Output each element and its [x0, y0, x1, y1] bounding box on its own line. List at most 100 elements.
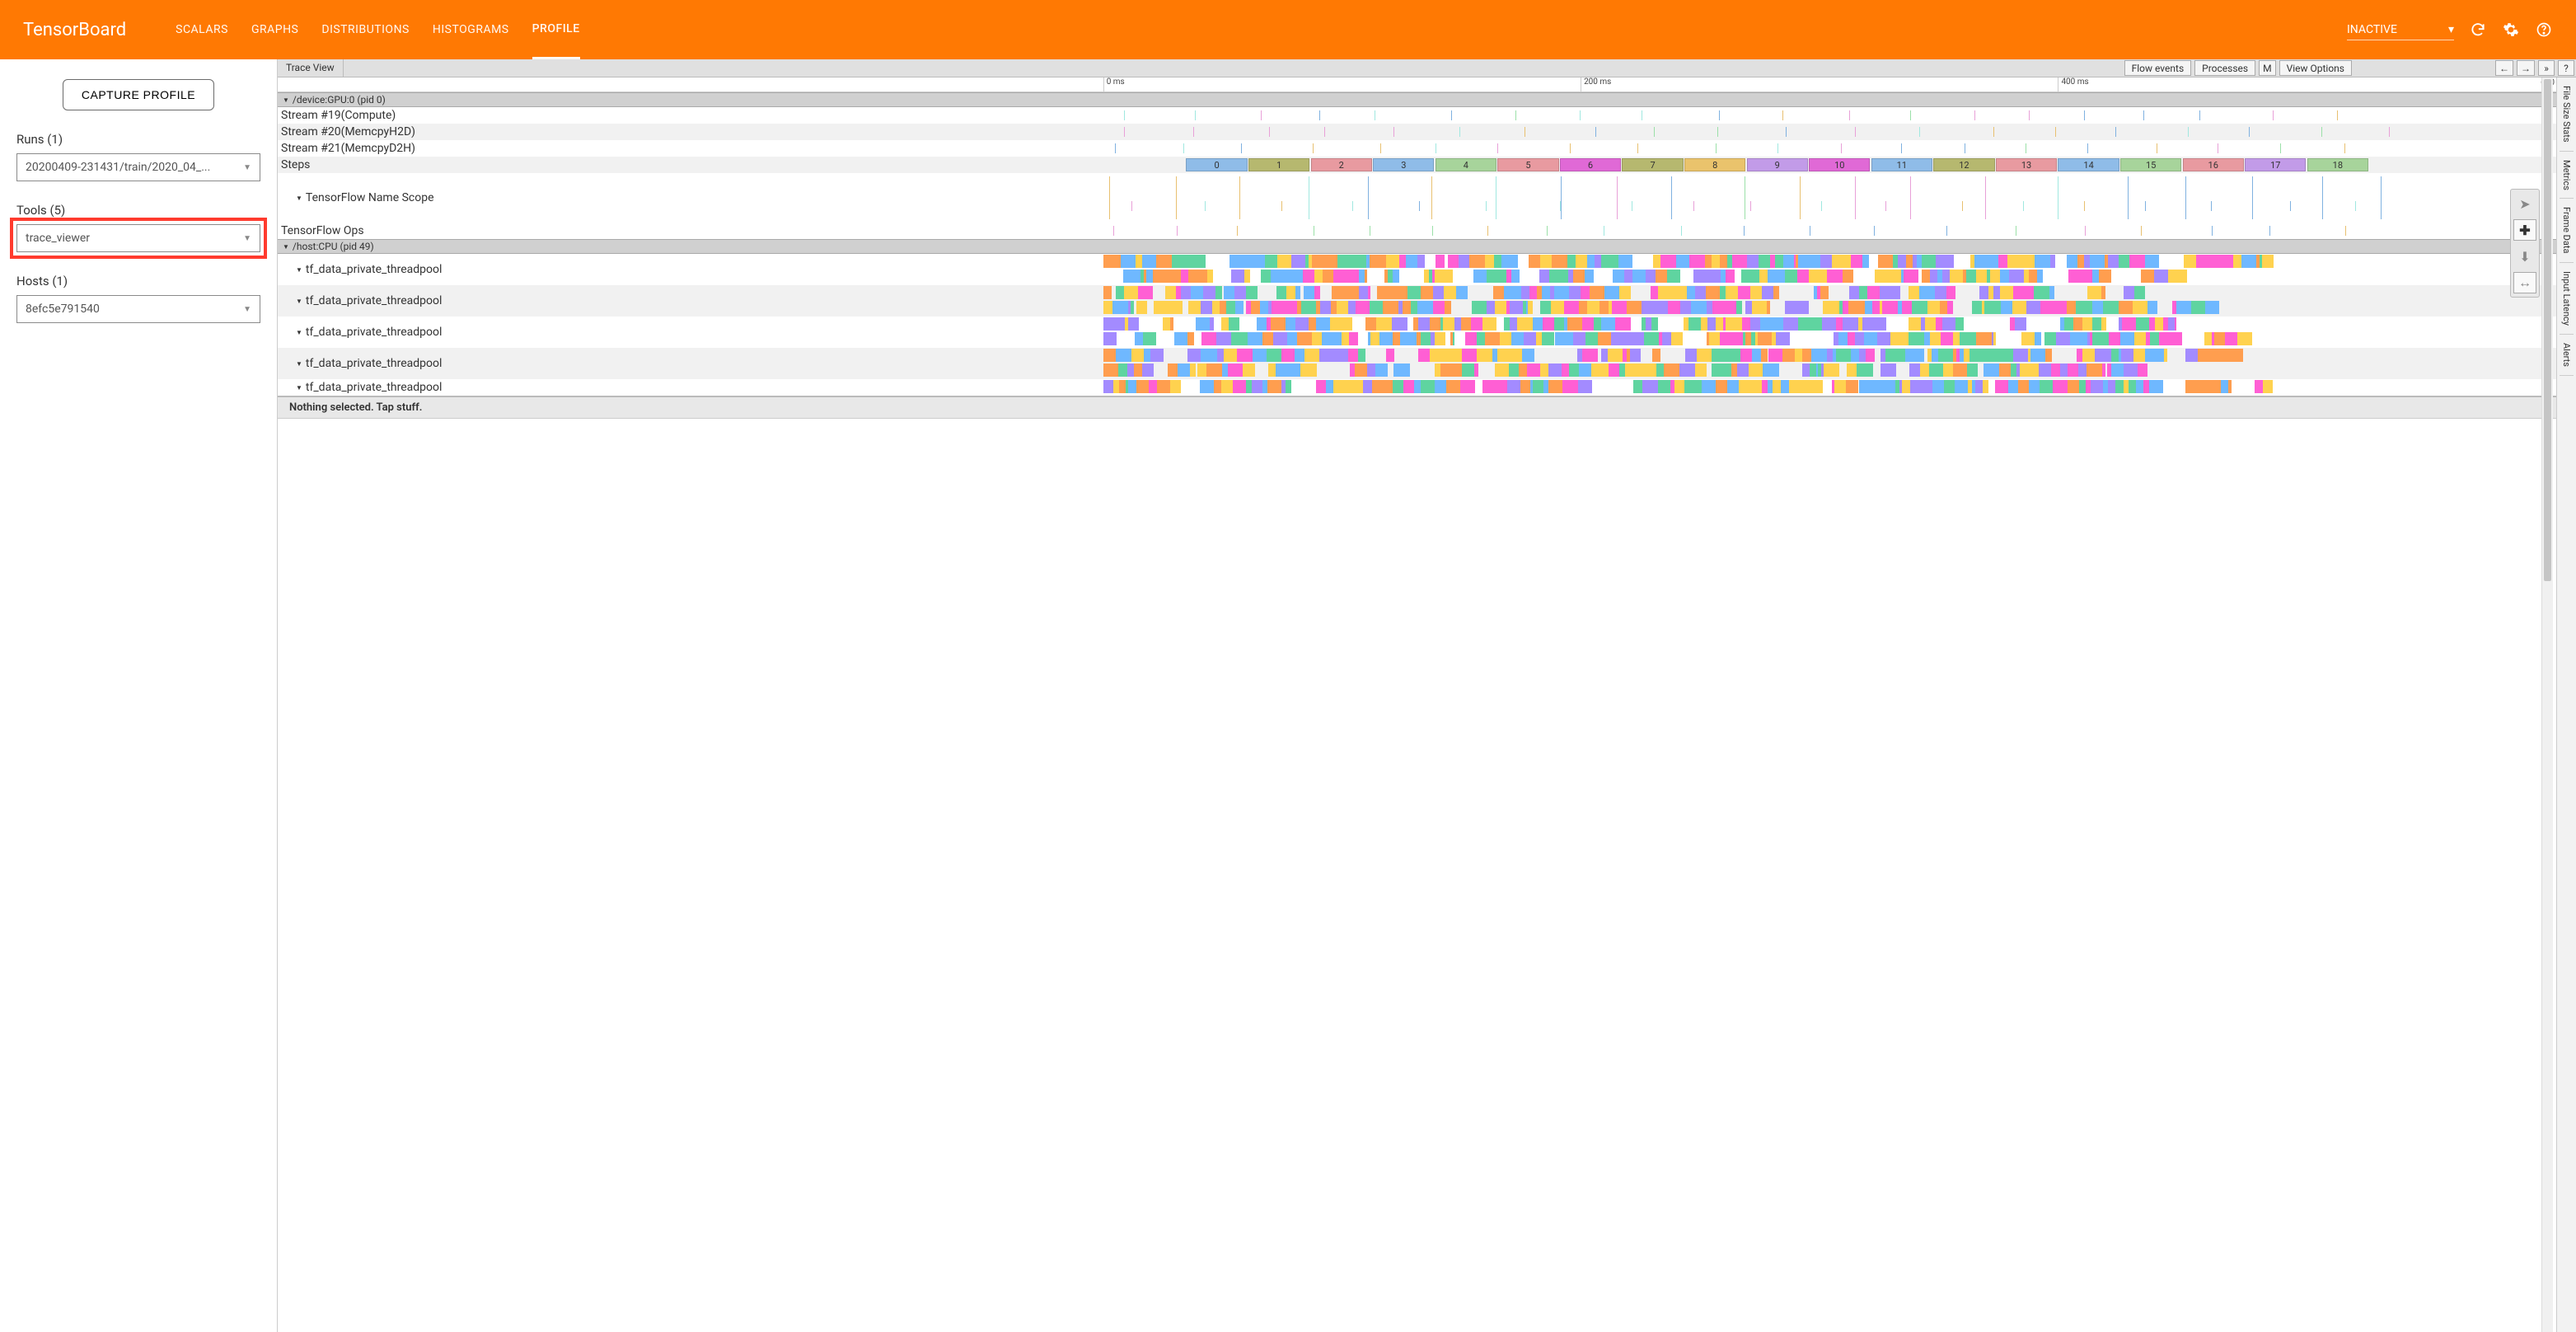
- trace-event[interactable]: [2355, 201, 2356, 211]
- section-cpu[interactable]: ▼ /host:CPU (pid 49) X: [278, 239, 2556, 254]
- track-canvas[interactable]: [480, 223, 2556, 239]
- trace-event[interactable]: [2345, 226, 2346, 236]
- trace-event[interactable]: [1319, 110, 1320, 120]
- capture-profile-button[interactable]: CAPTURE PROFILE: [63, 79, 214, 110]
- trace-event[interactable]: [1124, 127, 1125, 137]
- trace-event[interactable]: [1515, 110, 1516, 120]
- right-tab-file-size-stats[interactable]: File Size Stats: [2560, 77, 2574, 152]
- trace-event-group[interactable]: [1103, 286, 2391, 299]
- trace-event[interactable]: [1693, 201, 1694, 211]
- trace-event-group[interactable]: [1103, 270, 2391, 283]
- trace-event[interactable]: [1874, 226, 1875, 236]
- gear-icon[interactable]: [2502, 21, 2520, 39]
- trace-event[interactable]: [1487, 226, 1488, 236]
- nav-forward-button[interactable]: →: [2517, 60, 2535, 76]
- trace-event[interactable]: [1195, 110, 1196, 120]
- tab-graphs[interactable]: GRAPHS: [251, 0, 298, 59]
- trace-event[interactable]: [1841, 143, 1842, 153]
- trace-event[interactable]: [2141, 226, 2142, 236]
- trace-event[interactable]: [1962, 201, 1963, 211]
- right-tab-frame-data[interactable]: Frame Data: [2560, 199, 2574, 262]
- track-canvas[interactable]: [480, 285, 2556, 317]
- step-badge[interactable]: 5: [1497, 158, 1558, 171]
- disclosure-triangle-icon[interactable]: ▼: [296, 195, 302, 202]
- step-badge[interactable]: 6: [1560, 158, 1621, 171]
- disclosure-triangle-icon[interactable]: ▼: [296, 329, 302, 336]
- step-badge[interactable]: 18: [2307, 158, 2368, 171]
- trace-event[interactable]: [2269, 226, 2270, 236]
- trace-event[interactable]: [1849, 110, 1850, 120]
- trace-event[interactable]: [2199, 110, 2200, 120]
- trace-event[interactable]: [2389, 127, 2390, 137]
- section-gpu[interactable]: ▼ /device:GPU:0 (pid 0) X: [278, 92, 2556, 107]
- trace-event[interactable]: [2143, 110, 2144, 120]
- arrow-down-icon[interactable]: ⬇: [2513, 246, 2536, 267]
- zoom-tool-icon[interactable]: ✚: [2513, 219, 2536, 241]
- step-badge[interactable]: 14: [2058, 158, 2119, 171]
- trace-event-group[interactable]: [1103, 363, 2391, 377]
- step-badge[interactable]: 10: [1809, 158, 1870, 171]
- trace-event-group[interactable]: [1103, 332, 2391, 345]
- trace-event[interactable]: [1946, 226, 1947, 236]
- scrollbar[interactable]: [2541, 77, 2553, 1332]
- trace-event[interactable]: [2145, 201, 2146, 211]
- trace-event[interactable]: [2273, 110, 2274, 120]
- trace-event[interactable]: [1451, 110, 1452, 120]
- step-badge[interactable]: 12: [1933, 158, 1994, 171]
- step-badge[interactable]: 17: [2245, 158, 2306, 171]
- step-badge[interactable]: 13: [1996, 158, 2057, 171]
- trace-event[interactable]: [1352, 201, 1353, 211]
- track-canvas[interactable]: [480, 173, 2556, 223]
- pan-tool-icon[interactable]: ↔: [2513, 272, 2536, 293]
- trace-event[interactable]: [2321, 127, 2322, 137]
- trace-event[interactable]: [1716, 143, 1717, 153]
- track-canvas[interactable]: 0123456789101112131415161718: [480, 157, 2556, 173]
- step-badge[interactable]: 15: [2120, 158, 2181, 171]
- disclosure-triangle-icon[interactable]: ▼: [296, 384, 302, 392]
- trace-event[interactable]: [1637, 143, 1638, 153]
- trace-event[interactable]: [2280, 143, 2281, 153]
- trace-event[interactable]: [1432, 226, 1433, 236]
- disclosure-triangle-icon[interactable]: ▼: [296, 266, 302, 274]
- trace-event[interactable]: [2249, 127, 2250, 137]
- nav-help-button[interactable]: ?: [2558, 60, 2574, 76]
- trace-event[interactable]: [2188, 127, 2189, 137]
- step-badge[interactable]: 0: [1186, 158, 1247, 171]
- step-badge[interactable]: 7: [1622, 158, 1683, 171]
- nav-back-button[interactable]: ←: [2495, 60, 2513, 76]
- trace-event[interactable]: [2344, 143, 2345, 153]
- step-badge[interactable]: 11: [1871, 158, 1932, 171]
- trace-event[interactable]: [1719, 110, 1720, 120]
- toolbar-m-button[interactable]: M: [2259, 60, 2275, 76]
- right-tab-alerts[interactable]: Alerts: [2560, 335, 2574, 376]
- trace-event-group[interactable]: [1103, 349, 2391, 362]
- trace-event[interactable]: [1919, 127, 1920, 137]
- step-badge[interactable]: 1: [1248, 158, 1309, 171]
- step-badge[interactable]: 2: [1311, 158, 1372, 171]
- trace-event[interactable]: [1269, 127, 1270, 137]
- track-canvas[interactable]: [480, 107, 2556, 124]
- trace-event[interactable]: [1580, 110, 1581, 120]
- trace-event[interactable]: [1821, 201, 1822, 211]
- track-canvas[interactable]: [480, 140, 2556, 157]
- trace-event[interactable]: [1237, 226, 1238, 236]
- tab-histograms[interactable]: HISTOGRAMS: [433, 0, 509, 59]
- hosts-select[interactable]: 8efc5e791540 ▼: [16, 295, 260, 323]
- tools-select[interactable]: trace_viewer ▼: [16, 224, 260, 252]
- trace-event[interactable]: [1717, 127, 1718, 137]
- trace-event[interactable]: [1560, 201, 1561, 211]
- nav-more-button[interactable]: »: [2538, 60, 2555, 76]
- trace-event[interactable]: [1654, 127, 1655, 137]
- help-icon[interactable]: [2535, 21, 2553, 39]
- toolbar-view-options-button[interactable]: View Options: [2279, 60, 2352, 76]
- trace-event[interactable]: [2055, 127, 2056, 137]
- trace-event[interactable]: [1901, 143, 1902, 153]
- trace-event[interactable]: [1205, 201, 1206, 211]
- tab-profile[interactable]: PROFILE: [532, 0, 580, 59]
- trace-event[interactable]: [1241, 143, 1242, 153]
- trace-event[interactable]: [1744, 226, 1745, 236]
- trace-event[interactable]: [1497, 143, 1498, 153]
- trace-event[interactable]: [1115, 143, 1116, 153]
- disclosure-triangle-icon[interactable]: ▼: [296, 298, 302, 305]
- trace-event[interactable]: [1855, 127, 1856, 137]
